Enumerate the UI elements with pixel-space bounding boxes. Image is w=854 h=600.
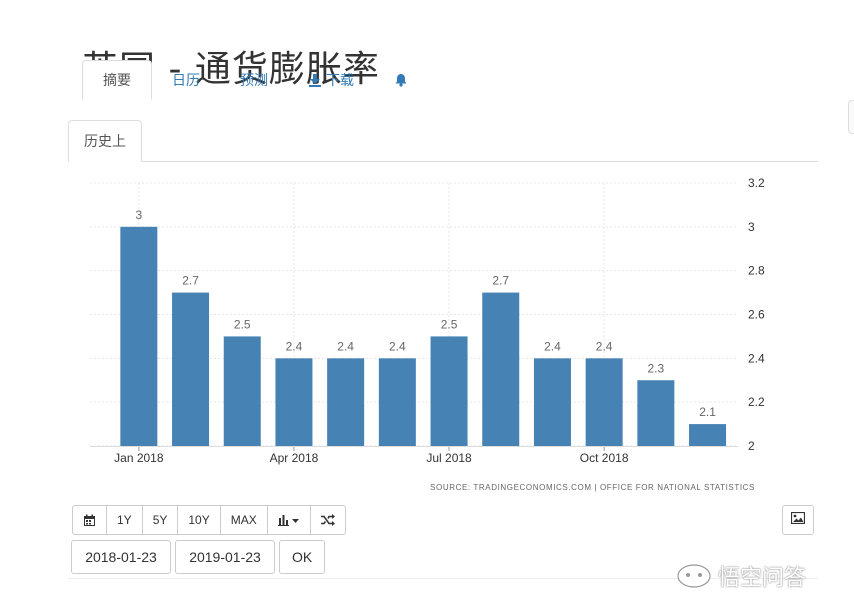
image-icon xyxy=(790,511,806,529)
bar-data-label: 2.5 xyxy=(234,317,251,331)
bar xyxy=(378,358,416,446)
bar-data-label: 2.7 xyxy=(182,274,199,288)
label-layer: 3 2.7 2.5 2.4 2.4 2.4 2.5 2.7 2.4 2.4 2.3 2.1 xyxy=(136,208,717,419)
bar-data-label: 2.4 xyxy=(544,339,561,353)
bar-data-label: 2.3 xyxy=(648,361,665,375)
bar xyxy=(223,336,261,446)
x-tick-label: Jul 2018 xyxy=(426,451,472,465)
watermark-text: 悟空问答 xyxy=(718,565,807,590)
bar xyxy=(430,336,468,446)
chart-source: SOURCE: TRADINGECONOMICS.COM | OFFICE FO… xyxy=(430,483,755,492)
watermark: 悟空问答 xyxy=(676,556,806,596)
bar xyxy=(327,358,365,446)
bar-data-label: 2.4 xyxy=(337,339,354,353)
ok-button[interactable]: OK xyxy=(279,540,326,574)
shuffle-icon xyxy=(320,514,335,526)
start-date-input[interactable] xyxy=(71,540,171,574)
y-tick-label: 2.2 xyxy=(748,395,765,409)
bar xyxy=(637,380,675,446)
watermark-logo-icon xyxy=(676,563,712,589)
chart-toolbar: 1Y 5Y 10Y MAX xyxy=(72,505,346,535)
x-tick-label: Oct 2018 xyxy=(580,451,629,465)
x-tick-label: Apr 2018 xyxy=(270,451,319,465)
bar-layer xyxy=(120,226,727,446)
bar-chart: 3 2.7 2.5 2.4 2.4 2.4 2.5 2.7 2.4 2.4 2.3 2.1 2 2.2 2… xyxy=(90,176,765,465)
bar-data-label: 2.4 xyxy=(389,339,406,353)
bar xyxy=(689,424,727,446)
y-tick-label: 2.8 xyxy=(748,264,765,278)
x-tick-label: Jan 2018 xyxy=(114,451,164,465)
range-1y-button[interactable]: 1Y xyxy=(106,505,143,535)
calendar-icon xyxy=(83,514,96,527)
y-tick-label: 2.4 xyxy=(748,351,765,365)
bar-data-label: 2.4 xyxy=(596,339,613,353)
tab-historical[interactable]: 历史上 xyxy=(68,120,142,162)
bar-data-label: 2.5 xyxy=(441,317,458,331)
calendar-button[interactable] xyxy=(72,505,107,535)
bar-data-label: 2.4 xyxy=(286,339,303,353)
y-tick-label: 2.6 xyxy=(748,308,765,322)
bar xyxy=(585,358,623,446)
chart-type-dropdown[interactable] xyxy=(266,505,311,535)
bar-data-label: 2.7 xyxy=(492,274,509,288)
bar-chart-dropdown-icon xyxy=(277,514,300,526)
bar-data-label: 3 xyxy=(136,208,143,222)
bar xyxy=(533,358,571,446)
compare-button[interactable] xyxy=(309,505,346,535)
y-tick-label: 2 xyxy=(748,439,755,453)
y-tick-label: 3.2 xyxy=(748,176,765,190)
bar xyxy=(275,358,313,446)
range-max-button[interactable]: MAX xyxy=(219,505,268,535)
range-10y-button[interactable]: 10Y xyxy=(177,505,221,535)
export-image-button[interactable] xyxy=(782,505,814,535)
bar-data-label: 2.1 xyxy=(699,405,716,419)
bar xyxy=(482,292,520,446)
range-5y-button[interactable]: 5Y xyxy=(141,505,179,535)
bar xyxy=(120,226,158,446)
y-tick-label: 3 xyxy=(748,220,755,234)
bar xyxy=(172,292,210,446)
end-date-input[interactable] xyxy=(175,540,275,574)
date-range: OK xyxy=(71,540,326,574)
